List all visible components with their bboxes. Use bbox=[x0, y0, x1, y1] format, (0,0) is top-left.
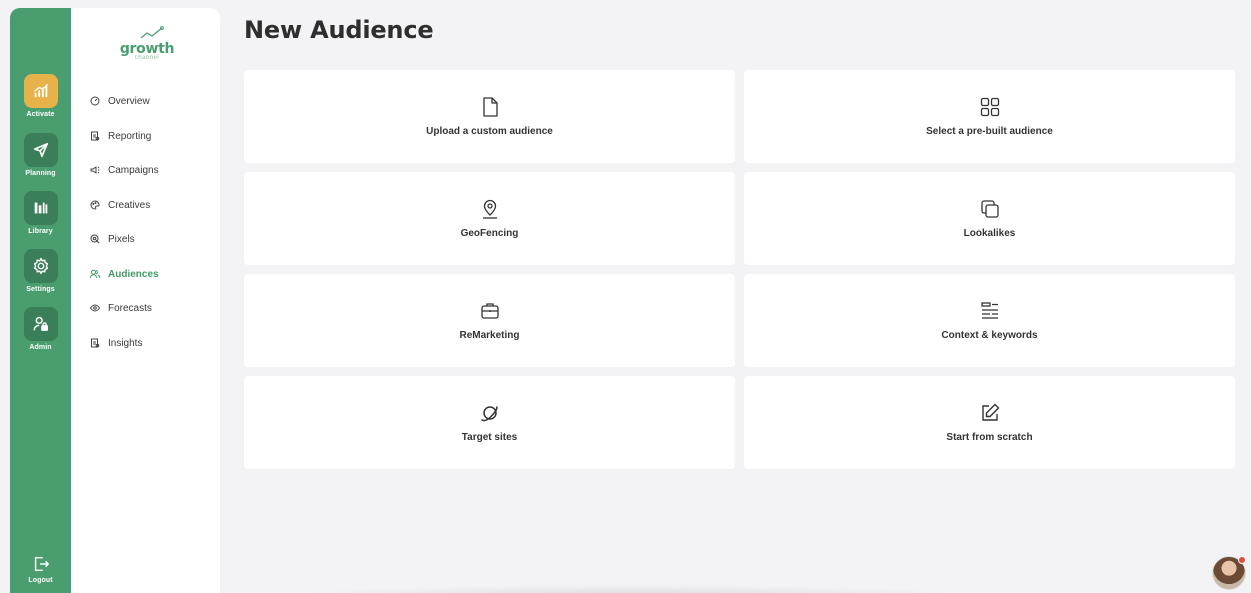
subnav-item-audiences[interactable]: Audiences bbox=[89, 266, 159, 282]
subnav-label: Campaigns bbox=[108, 164, 159, 176]
card-select-prebuilt-audience[interactable]: Select a pre-built audience bbox=[744, 70, 1235, 163]
subnav-label: Creatives bbox=[108, 199, 151, 211]
card-label: Start from scratch bbox=[946, 432, 1033, 443]
notification-badge bbox=[1238, 556, 1246, 564]
subnav-item-overview[interactable]: Overview bbox=[89, 93, 150, 109]
growth-channel-logo[interactable]: growth channel bbox=[119, 26, 175, 66]
card-label: Select a pre-built audience bbox=[926, 126, 1053, 137]
rail-item-activate[interactable]: Activate bbox=[10, 74, 71, 118]
copy-icon bbox=[979, 198, 1001, 220]
subnav-item-forecasts[interactable]: Forecasts bbox=[89, 300, 152, 316]
rail-label: Admin bbox=[29, 344, 52, 351]
eye-icon bbox=[89, 303, 100, 314]
report-icon bbox=[89, 131, 100, 142]
activate-chart-icon bbox=[23, 74, 58, 108]
page-title: New Audience bbox=[244, 16, 434, 44]
rail-label: Activate bbox=[26, 111, 55, 118]
file-icon bbox=[479, 96, 501, 118]
card-label: Lookalikes bbox=[963, 228, 1016, 239]
card-label: ReMarketing bbox=[459, 330, 520, 341]
subnav-item-insights[interactable]: Insights bbox=[89, 335, 142, 351]
rail-label: Settings bbox=[26, 286, 55, 293]
rail-item-planning[interactable]: Planning bbox=[10, 133, 71, 177]
card-lookalikes[interactable]: Lookalikes bbox=[744, 172, 1235, 265]
megaphone-icon bbox=[89, 165, 100, 176]
rail-item-settings[interactable]: Settings bbox=[10, 249, 71, 293]
card-label: Context & keywords bbox=[941, 330, 1038, 341]
subnav-label: Forecasts bbox=[108, 302, 152, 314]
sub-navigation: growth channel Overview Reporting Campai… bbox=[71, 8, 220, 593]
subnav-item-reporting[interactable]: Reporting bbox=[89, 128, 151, 144]
gauge-icon bbox=[89, 96, 100, 107]
users-icon bbox=[89, 269, 100, 280]
card-context-keywords[interactable]: Context & keywords bbox=[744, 274, 1235, 367]
grid-icon bbox=[979, 96, 1001, 118]
subnav-label: Reporting bbox=[108, 130, 152, 142]
subnav-item-creatives[interactable]: Creatives bbox=[89, 197, 150, 213]
admin-user-lock-icon bbox=[23, 307, 58, 341]
map-pin-icon bbox=[479, 198, 501, 220]
text-lines-icon bbox=[979, 300, 1001, 322]
subnav-label: Audiences bbox=[108, 268, 159, 280]
rail-label: Logout bbox=[28, 577, 53, 584]
rail-label: Library bbox=[28, 228, 53, 235]
bottom-shadow bbox=[300, 585, 960, 593]
insights-icon bbox=[89, 338, 100, 349]
card-start-from-scratch[interactable]: Start from scratch bbox=[744, 376, 1235, 469]
pixel-target-icon bbox=[89, 234, 100, 245]
rail-item-admin[interactable]: Admin bbox=[10, 307, 71, 351]
subnav-item-campaigns[interactable]: Campaigns bbox=[89, 162, 159, 178]
rail-label: Planning bbox=[25, 170, 56, 177]
briefcase-icon bbox=[479, 300, 501, 322]
card-label: Upload a custom audience bbox=[426, 126, 553, 137]
subnav-label: Overview bbox=[108, 95, 150, 107]
palette-icon bbox=[89, 200, 100, 211]
card-label: GeoFencing bbox=[460, 228, 519, 239]
card-label: Target sites bbox=[461, 432, 518, 443]
edit-icon bbox=[979, 402, 1001, 424]
main-rail: Activate Planning Library Settings Admin… bbox=[10, 8, 71, 593]
subnav-label: Pixels bbox=[108, 233, 135, 245]
gear-icon bbox=[23, 249, 58, 283]
card-geofencing[interactable]: GeoFencing bbox=[244, 172, 735, 265]
card-remarketing[interactable]: ReMarketing bbox=[244, 274, 735, 367]
card-upload-custom-audience[interactable]: Upload a custom audience bbox=[244, 70, 735, 163]
library-books-icon bbox=[23, 191, 58, 225]
subnav-label: Insights bbox=[108, 337, 143, 349]
rail-item-logout[interactable]: Logout bbox=[10, 553, 71, 584]
subnav-item-pixels[interactable]: Pixels bbox=[89, 231, 135, 247]
card-target-sites[interactable]: Target sites bbox=[244, 376, 735, 469]
logo-trend-icon bbox=[140, 26, 164, 39]
rail-item-library[interactable]: Library bbox=[10, 191, 71, 235]
planet-icon bbox=[479, 402, 501, 424]
logout-icon bbox=[24, 553, 58, 575]
paper-plane-icon bbox=[23, 133, 58, 167]
